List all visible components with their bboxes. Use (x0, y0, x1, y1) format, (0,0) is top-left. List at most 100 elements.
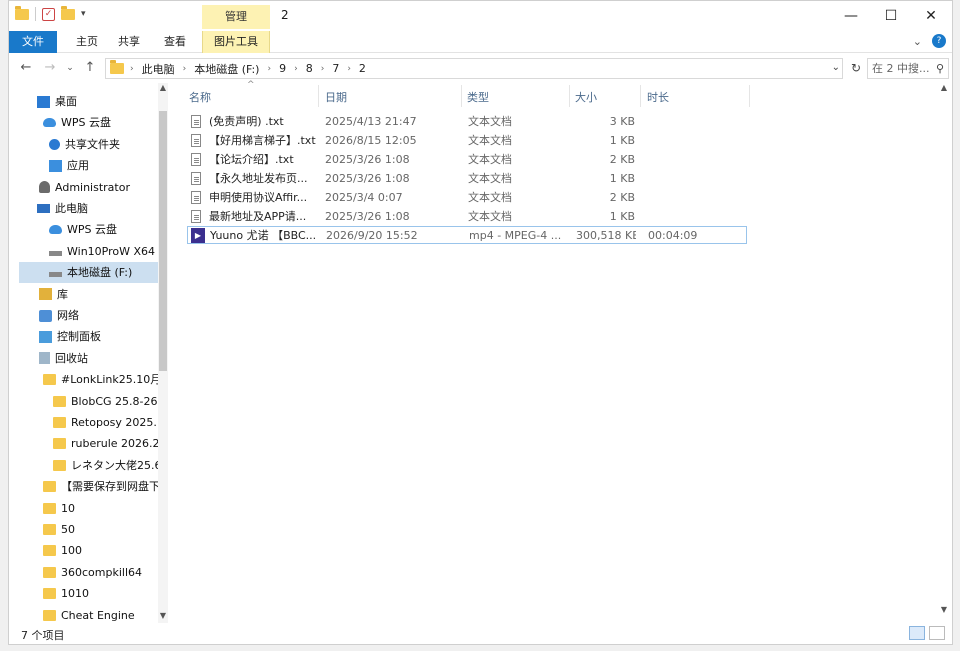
column-header-date[interactable]: 日期 (325, 89, 347, 105)
nav-item[interactable]: 库 (19, 284, 159, 305)
nav-item[interactable]: 【需要保存到网盘下 (19, 476, 159, 497)
folder-icon[interactable] (15, 5, 29, 20)
breadcrumb-drive-f[interactable]: 本地磁盘 (F:) (192, 61, 261, 77)
text-file-icon (191, 152, 201, 166)
column-divider[interactable] (640, 85, 641, 107)
nav-item-label: 回收站 (55, 351, 88, 365)
nav-item[interactable]: 10 (19, 498, 159, 519)
nav-item[interactable]: 桌面 (19, 91, 159, 112)
tab-file[interactable]: 文件 (9, 31, 57, 53)
refresh-icon[interactable]: ↻ (847, 59, 865, 77)
recycle-bin-icon (39, 352, 50, 365)
column-divider[interactable] (749, 85, 750, 107)
nav-item[interactable]: 回收站 (19, 348, 159, 369)
column-divider[interactable] (461, 85, 462, 107)
nav-item[interactable]: 控制面板 (19, 326, 159, 347)
nav-item[interactable]: 应用 (19, 155, 159, 176)
breadcrumb-chevron-icon[interactable]: › (265, 64, 273, 74)
nav-item[interactable]: ruberule 2026.2. (19, 433, 159, 454)
file-row[interactable]: (免责声明) .txt 2025/4/13 21:47 文本文档 3 KB (187, 113, 747, 131)
breadcrumb-2[interactable]: 2 (357, 62, 368, 75)
customize-toolbar-chevron-icon[interactable]: ▾ (81, 9, 86, 19)
context-tab-manage[interactable]: 管理 (202, 5, 270, 29)
file-row[interactable]: 【好用梯言梯子】.txt 2026/8/15 12:05 文本文档 1 KB (187, 132, 747, 150)
file-row[interactable]: 【永久地址发布页... 2025/3/26 1:08 文本文档 1 KB (187, 170, 747, 188)
column-header-type[interactable]: 类型 (467, 89, 489, 105)
breadcrumb-chevron-icon[interactable]: › (319, 64, 327, 74)
column-divider[interactable] (318, 85, 319, 107)
forward-arrow-icon[interactable]: → (41, 59, 59, 77)
large-icons-view-icon[interactable] (929, 626, 945, 640)
file-row[interactable]: 最新地址及APP请... 2025/3/26 1:08 文本文档 1 KB (187, 208, 747, 226)
scroll-down-arrow-icon[interactable]: ▼ (939, 605, 949, 614)
nav-item[interactable]: レネタン大佬25.6 (19, 455, 159, 476)
nav-item[interactable]: 360compkill64 (19, 562, 159, 583)
folder-icon (53, 417, 66, 428)
tab-view[interactable]: 查看 (157, 31, 193, 53)
file-row[interactable]: 【论坛介绍】.txt 2025/3/26 1:08 文本文档 2 KB (187, 151, 747, 169)
scroll-up-arrow-icon[interactable]: ▲ (939, 83, 949, 92)
nav-item[interactable]: Win10ProW X64 (19, 241, 159, 262)
details-view-icon[interactable] (909, 626, 925, 640)
breadcrumb-chevron-icon[interactable]: › (292, 64, 300, 74)
scroll-down-arrow-icon[interactable]: ▼ (158, 611, 168, 620)
nav-item[interactable]: WPS 云盘 (19, 219, 159, 240)
properties-icon[interactable]: ✓ (42, 7, 55, 21)
file-duration-cell (647, 170, 727, 188)
nav-item[interactable]: 网络 (19, 305, 159, 326)
nav-item[interactable]: WPS 云盘 (19, 112, 159, 133)
breadcrumb-8[interactable]: 8 (304, 62, 315, 75)
column-header-duration[interactable]: 时长 (647, 89, 669, 105)
file-list-scrollbar[interactable]: ▲ ▼ (939, 83, 949, 618)
new-folder-icon[interactable] (61, 5, 75, 20)
nav-item-label: WPS 云盘 (67, 223, 117, 237)
search-input[interactable]: 在 2 中搜... ⚲ (867, 58, 949, 79)
nav-scroll-thumb[interactable] (159, 111, 167, 371)
nav-item-label: 桌面 (55, 95, 77, 108)
breadcrumb-7[interactable]: 7 (330, 62, 341, 75)
nav-item[interactable]: 100 (19, 540, 159, 561)
nav-item-label: Administrator (55, 180, 130, 194)
file-row[interactable]: ▶ Yuuno 尤诺 【BBC... 2026/9/20 15:52 mp4 - MP… (187, 226, 747, 245)
search-placeholder: 在 2 中搜... (872, 62, 930, 75)
column-divider[interactable] (569, 85, 570, 107)
drive-icon (49, 250, 62, 256)
tab-share[interactable]: 共享 (111, 31, 147, 53)
breadcrumb-chevron-icon[interactable]: › (181, 64, 189, 74)
help-icon[interactable]: ? (932, 34, 946, 48)
nav-item[interactable]: 本地磁盘 (F:) (19, 262, 159, 284)
breadcrumb-9[interactable]: 9 (277, 62, 288, 75)
nav-item-label: 控制面板 (57, 330, 101, 344)
nav-item[interactable]: #LonkLink25.10月- (19, 369, 159, 390)
nav-item[interactable]: 50 (19, 519, 159, 540)
maximize-button[interactable]: ☐ (871, 5, 911, 27)
tab-home[interactable]: 主页 (67, 31, 107, 53)
column-header-size[interactable]: 大小 (575, 89, 597, 105)
nav-item[interactable]: 共享文件夹 (19, 134, 159, 155)
address-bar[interactable]: › 此电脑 › 本地磁盘 (F:) › 9 › 8 › 7 › 2 ⌄ (105, 58, 843, 79)
close-button[interactable]: ✕ (911, 5, 951, 27)
nav-item[interactable]: Retoposy 2025.1 (19, 412, 159, 433)
file-row[interactable]: 申明使用协议Affir... 2025/3/4 0:07 文本文档 2 KB (187, 189, 747, 207)
address-history-chevron-icon[interactable]: ⌄ (832, 62, 840, 73)
nav-item[interactable]: 此电脑 (19, 198, 159, 219)
breadcrumb-this-pc[interactable]: 此电脑 (140, 61, 177, 77)
nav-scrollbar[interactable]: ▲ ▼ (158, 83, 168, 623)
recent-locations-chevron-icon[interactable]: ⌄ (61, 59, 79, 77)
ribbon-expand-chevron-icon[interactable]: ⌄ (913, 35, 922, 48)
up-arrow-icon[interactable]: ↑ (81, 59, 99, 77)
file-size-cell: 1 KB (609, 133, 635, 147)
breadcrumb-chevron-icon[interactable]: › (345, 64, 353, 74)
file-list: ^ 名称 日期 类型 大小 时长 (免责声明) .txt 2025/4/13 21… (175, 80, 950, 618)
breadcrumb-chevron-icon[interactable]: › (128, 64, 136, 74)
nav-item[interactable]: 1010 (19, 583, 159, 604)
minimize-button[interactable]: — (831, 5, 871, 27)
scroll-up-arrow-icon[interactable]: ▲ (158, 83, 168, 92)
nav-item[interactable]: BlobCG 25.8-26. (19, 391, 159, 412)
nav-item[interactable]: Cheat Engine (19, 605, 159, 623)
search-icon[interactable]: ⚲ (936, 59, 944, 78)
column-header-name[interactable]: 名称 (189, 89, 211, 105)
tab-picture-tools[interactable]: 图片工具 (202, 31, 270, 53)
back-arrow-icon[interactable]: ← (17, 59, 35, 77)
nav-item[interactable]: Administrator (19, 177, 159, 198)
